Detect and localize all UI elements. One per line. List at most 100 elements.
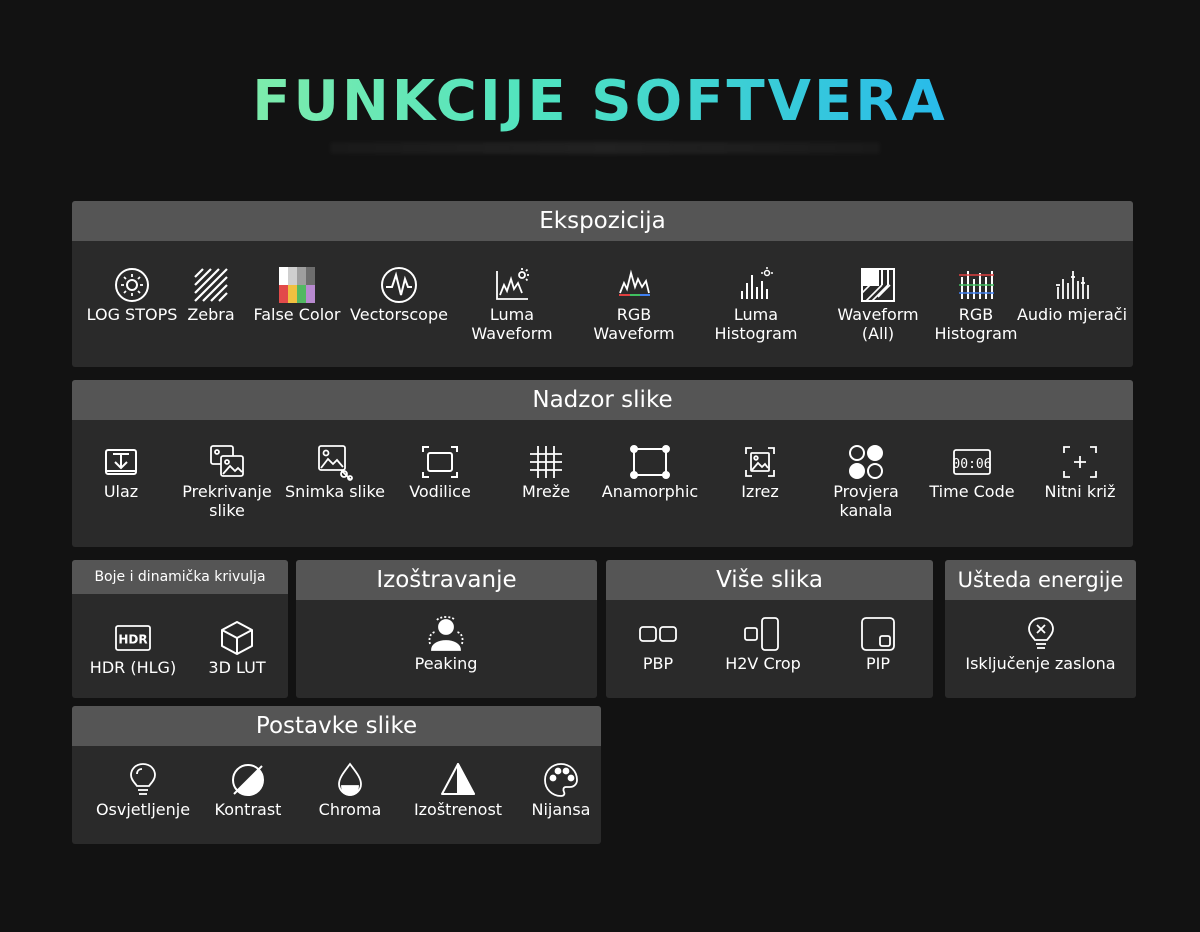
feature-label: RGB bbox=[616, 305, 652, 324]
snapshot-icon bbox=[315, 442, 355, 482]
feature-label-line2: Waveform bbox=[593, 324, 675, 343]
panel-postavke-slike: Postavke slike Osvjetljenje Kontrast Chr… bbox=[72, 706, 601, 844]
bulb-off-icon bbox=[1021, 614, 1061, 654]
feature-vectorscope[interactable]: Vectorscope bbox=[342, 265, 456, 324]
chroma-drop-icon bbox=[330, 760, 370, 800]
panel-header: Nadzor slike bbox=[72, 380, 1133, 420]
feature-label: Isključenje zaslona bbox=[965, 654, 1116, 673]
panel-vise-slika: Više slika PBP H2V Crop PIP bbox=[606, 560, 933, 698]
panel-header: Postavke slike bbox=[72, 706, 601, 746]
feature-rgb-waveform[interactable]: RGB Waveform bbox=[582, 265, 686, 343]
pip-icon bbox=[858, 614, 898, 654]
feature-label: Nijansa bbox=[531, 800, 591, 819]
feature-time-code[interactable]: 00:06 Time Code bbox=[920, 442, 1024, 501]
feature-label: Prekrivanje bbox=[182, 482, 272, 501]
feature-image-overlay[interactable]: Prekrivanje slike bbox=[172, 442, 282, 520]
feature-label: LOG STOPS bbox=[86, 305, 178, 324]
feature-label: Nitni križ bbox=[1044, 482, 1116, 501]
panel-boje: Boje i dinamička krivulja HDR HDR (HLG) … bbox=[72, 560, 288, 698]
feature-label: PBP bbox=[642, 654, 674, 673]
hdr-icon: HDR bbox=[113, 618, 153, 658]
feature-input[interactable]: Ulaz bbox=[74, 442, 168, 501]
feature-grids[interactable]: Mreže bbox=[498, 442, 594, 501]
feature-label: Chroma bbox=[318, 800, 382, 819]
feature-label: Luma bbox=[733, 305, 779, 324]
feature-label: Izoštrenost bbox=[413, 800, 503, 819]
feature-3d-lut[interactable]: 3D LUT bbox=[192, 618, 282, 677]
feature-label: Anamorphic bbox=[601, 482, 699, 501]
pbp-icon bbox=[638, 614, 678, 654]
feature-channel-check[interactable]: Provjera kanala bbox=[816, 442, 916, 520]
panel-izostravanje: Izoštravanje Peaking bbox=[296, 560, 597, 698]
feature-screen-off[interactable]: Isključenje zaslona bbox=[945, 614, 1136, 673]
feature-contrast[interactable]: Kontrast bbox=[200, 760, 296, 819]
feature-log-stops[interactable]: LOG STOPS bbox=[80, 265, 184, 324]
time-code-icon: 00:06 bbox=[952, 442, 992, 482]
feature-crosshair[interactable]: Nitni križ bbox=[1030, 442, 1130, 501]
feature-label: Mreže bbox=[521, 482, 571, 501]
panel-ekspozicija: Ekspozicija LOG STOPS Zebra False Color … bbox=[72, 201, 1133, 367]
sharpness-triangle-icon bbox=[438, 760, 478, 800]
bulb-icon bbox=[123, 760, 163, 800]
feature-luma-waveform[interactable]: Luma Waveform bbox=[460, 265, 564, 343]
audio-meter-icon bbox=[1052, 265, 1092, 305]
feature-label: Waveform bbox=[837, 305, 919, 324]
peaking-person-icon bbox=[426, 614, 466, 654]
feature-label: Vectorscope bbox=[350, 305, 448, 324]
feature-label: Provjera bbox=[833, 482, 899, 501]
h2v-crop-icon bbox=[743, 614, 783, 654]
feature-label: RGB bbox=[958, 305, 994, 324]
feature-pip[interactable]: PIP bbox=[828, 614, 928, 673]
feature-label: Izrez bbox=[741, 482, 779, 501]
zebra-stripes-icon bbox=[191, 265, 231, 305]
feature-label: Luma bbox=[489, 305, 535, 324]
feature-guides[interactable]: Vodilice bbox=[390, 442, 490, 501]
feature-luma-histogram[interactable]: Luma Histogram bbox=[704, 265, 808, 343]
time-code-text: 00:06 bbox=[952, 457, 991, 472]
feature-rgb-histogram[interactable]: RGB Histogram bbox=[924, 265, 1028, 343]
feature-pbp[interactable]: PBP bbox=[616, 614, 700, 673]
grid-icon bbox=[526, 442, 566, 482]
crop-icon bbox=[740, 442, 780, 482]
panel-header: Boje i dinamička krivulja bbox=[72, 560, 288, 594]
feature-label: Time Code bbox=[929, 482, 1015, 501]
feature-label: Osvjetljenje bbox=[95, 800, 191, 819]
feature-label: PIP bbox=[865, 654, 890, 673]
panel-header: Više slika bbox=[606, 560, 933, 600]
rgb-waveform-icon bbox=[614, 265, 654, 305]
input-icon bbox=[101, 442, 141, 482]
feature-zebra[interactable]: Zebra bbox=[178, 265, 244, 324]
feature-waveform-all[interactable]: Waveform (All) bbox=[826, 265, 930, 343]
feature-label: Vodilice bbox=[409, 482, 471, 501]
feature-label-line2: slike bbox=[209, 501, 245, 520]
contrast-icon bbox=[228, 760, 268, 800]
feature-label: H2V Crop bbox=[725, 654, 801, 673]
feature-label: Audio mjerači bbox=[1016, 305, 1128, 324]
feature-tint[interactable]: Nijansa bbox=[518, 760, 601, 819]
hdr-badge-text: HDR bbox=[118, 633, 147, 647]
feature-chroma[interactable]: Chroma bbox=[304, 760, 396, 819]
feature-brightness[interactable]: Osvjetljenje bbox=[86, 760, 200, 819]
panel-header: Izoštravanje bbox=[296, 560, 597, 600]
feature-audio-meters[interactable]: Audio mjerači bbox=[1014, 265, 1130, 324]
feature-h2v-crop[interactable]: H2V Crop bbox=[710, 614, 816, 673]
sun-circle-icon bbox=[112, 265, 152, 305]
feature-label-line2: kanala bbox=[839, 501, 893, 520]
false-color-grid-icon bbox=[277, 265, 317, 305]
feature-snapshot[interactable]: Snimka slike bbox=[280, 442, 390, 501]
feature-crop[interactable]: Izrez bbox=[712, 442, 808, 501]
feature-label: 3D LUT bbox=[208, 658, 266, 677]
feature-anamorphic[interactable]: Anamorphic bbox=[594, 442, 706, 501]
crosshair-icon bbox=[1060, 442, 1100, 482]
feature-hdr-hlg[interactable]: HDR HDR (HLG) bbox=[80, 618, 186, 677]
panel-header: Ušteda energije bbox=[945, 560, 1136, 600]
feature-sharpness[interactable]: Izoštrenost bbox=[404, 760, 512, 819]
feature-peaking[interactable]: Peaking bbox=[386, 614, 506, 673]
luma-waveform-icon bbox=[492, 265, 532, 305]
feature-false-color[interactable]: False Color bbox=[244, 265, 350, 324]
channel-check-icon bbox=[846, 442, 886, 482]
feature-label: Peaking bbox=[414, 654, 478, 673]
palette-icon bbox=[541, 760, 581, 800]
cube-3d-lut-icon bbox=[217, 618, 257, 658]
waveform-all-icon bbox=[858, 265, 898, 305]
